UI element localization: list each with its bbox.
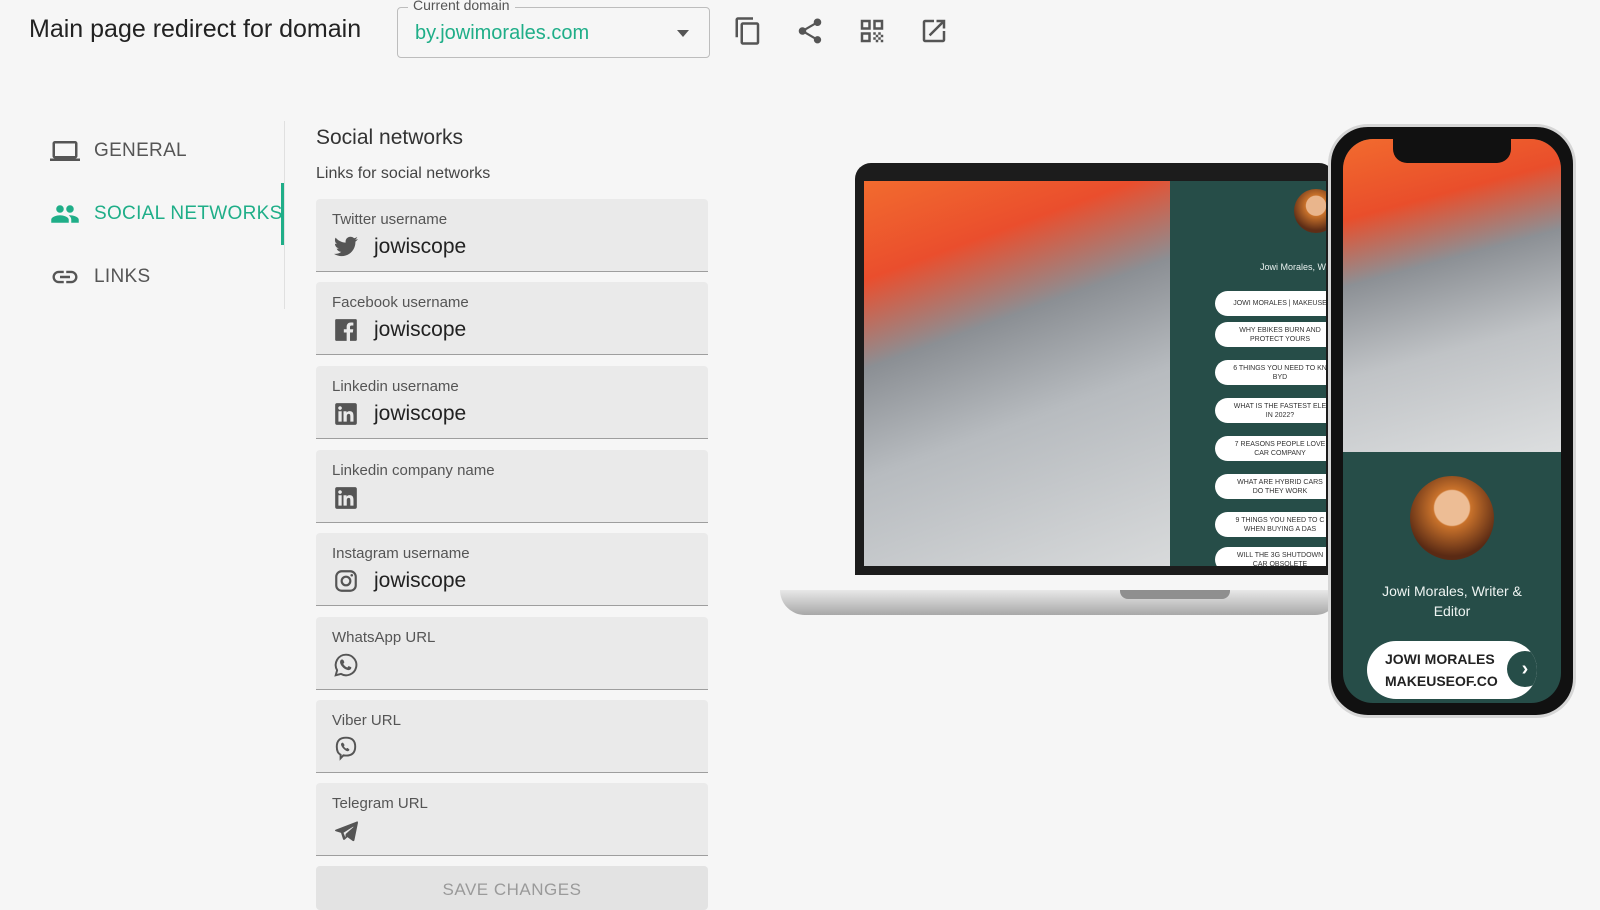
field-value: jowiscope <box>374 318 467 341</box>
facebook-username-field[interactable]: Facebook username jowiscope <box>316 282 708 355</box>
sidebar-item-general[interactable]: GENERAL <box>50 131 284 171</box>
field-label: Telegram URL <box>332 795 428 812</box>
field-label: Linkedin username <box>332 378 459 395</box>
phone-cover-photo <box>1343 139 1561 452</box>
domain-select-value: by.jowimorales.com <box>415 22 590 44</box>
laptop-cover-photo <box>864 181 1170 566</box>
field-label: Viber URL <box>332 712 401 729</box>
laptop-link-panel: Jowi Morales, W JOWI MORALES | MAKEUSE W… <box>1170 181 1326 566</box>
field-value: jowiscope <box>374 402 467 425</box>
link-button: 9 THINGS YOU NEED TO C WHEN BUYING A DAS <box>1215 512 1326 537</box>
avatar <box>1294 189 1326 233</box>
link-button: JOWI MORALES | MAKEUSE <box>1215 291 1326 316</box>
link-button: WHY EBIKES BURN AND PROTECT YOURS <box>1215 322 1326 347</box>
phone-preview: Jowi Morales, Writer & Editor JOWI MORAL… <box>1328 124 1576 718</box>
save-changes-button[interactable]: SAVE CHANGES <box>316 866 708 910</box>
instagram-username-field[interactable]: Instagram username jowiscope <box>316 533 708 606</box>
profile-name-line: Editor <box>1433 603 1471 619</box>
laptop-hinge-notch <box>1120 590 1230 599</box>
twitter-icon <box>332 233 360 261</box>
field-label: Twitter username <box>332 211 448 228</box>
link-button: 6 THINGS YOU NEED TO KN BYD <box>1215 360 1326 385</box>
viber-url-field[interactable]: Viber URL <box>316 700 708 773</box>
profile-name: Jowi Morales, Writer & Editor <box>1343 581 1561 621</box>
linkedin-icon <box>332 400 360 428</box>
field-label: Linkedin company name <box>332 462 495 479</box>
field-label: Facebook username <box>332 294 469 311</box>
sidebar-item-label: LINKS <box>94 266 151 287</box>
avatar <box>1410 476 1494 560</box>
whatsapp-icon <box>332 651 360 679</box>
laptop-screen: Jowi Morales, W JOWI MORALES | MAKEUSE W… <box>864 181 1326 566</box>
profile-name-line: Jowi Morales, Writer & <box>1382 583 1522 599</box>
laptop-icon <box>50 141 80 161</box>
link-button: WHAT ARE HYBRID CARS DO THEY WORK <box>1215 474 1326 499</box>
field-label: WhatsApp URL <box>332 629 436 646</box>
domain-select-label: Current domain <box>408 0 515 13</box>
chevron-down-icon <box>677 30 689 37</box>
sidebar-divider <box>284 121 285 309</box>
chevron-right-icon: › <box>1507 651 1537 687</box>
twitter-username-field[interactable]: Twitter username jowiscope <box>316 199 708 272</box>
telegram-icon <box>332 817 360 845</box>
telegram-url-field[interactable]: Telegram URL <box>316 783 708 856</box>
sidebar-item-label: GENERAL <box>94 140 187 161</box>
viber-icon <box>332 734 360 762</box>
phone-notch <box>1393 139 1511 163</box>
qr-code-icon[interactable] <box>855 14 889 48</box>
sidebar-item-links[interactable]: LINKS <box>50 257 284 297</box>
section-subtitle: Links for social networks <box>316 165 491 182</box>
link-button: WHAT IS THE FASTEST ELE IN 2022? <box>1215 398 1326 423</box>
linkedin-icon <box>332 484 360 512</box>
instagram-icon <box>332 567 360 595</box>
open-external-icon[interactable] <box>917 14 951 48</box>
whatsapp-url-field[interactable]: WhatsApp URL <box>316 617 708 690</box>
profile-name: Jowi Morales, W <box>1260 262 1326 272</box>
people-icon <box>51 205 79 223</box>
link-button: 7 REASONS PEOPLE LOVE CAR COMPANY <box>1215 436 1326 461</box>
link-icon <box>52 270 78 284</box>
phone-screen: Jowi Morales, Writer & Editor JOWI MORAL… <box>1343 139 1561 703</box>
linkedin-username-field[interactable]: Linkedin username jowiscope <box>316 366 708 439</box>
laptop-base <box>780 590 1340 615</box>
field-value: jowiscope <box>374 569 467 592</box>
linkedin-company-field[interactable]: Linkedin company name <box>316 450 708 523</box>
sidebar-item-social-networks[interactable]: SOCIAL NETWORKS <box>50 194 284 234</box>
section-title: Social networks <box>316 126 464 149</box>
field-label: Instagram username <box>332 545 470 562</box>
copy-icon[interactable] <box>731 14 765 48</box>
page-title: Main page redirect for domain <box>29 15 362 43</box>
share-icon[interactable] <box>793 14 827 48</box>
laptop-preview: Jowi Morales, W JOWI MORALES | MAKEUSE W… <box>855 163 1335 575</box>
facebook-icon <box>332 316 360 344</box>
sidebar-item-label: SOCIAL NETWORKS <box>94 203 283 224</box>
domain-select[interactable]: Current domain by.jowimorales.com <box>397 0 710 58</box>
field-value: jowiscope <box>374 235 467 258</box>
link-button: JOWI MORALES MAKEUSEOF.CO › <box>1367 641 1537 699</box>
link-button: WILL THE 3G SHUTDOWN CAR OBSOLETE <box>1215 547 1326 566</box>
